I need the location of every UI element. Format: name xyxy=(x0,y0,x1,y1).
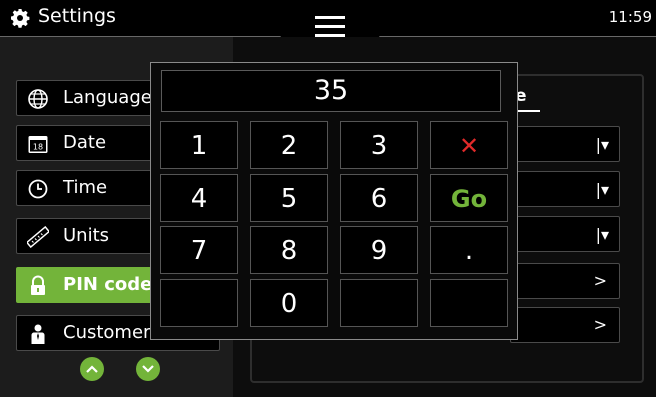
sidebar-item-label: Customer xyxy=(63,322,151,343)
key-1[interactable]: 1 xyxy=(160,121,238,169)
setting-link[interactable]: > xyxy=(510,307,620,343)
key-5[interactable]: 5 xyxy=(250,174,328,222)
key-6[interactable]: 6 xyxy=(340,174,418,222)
calendar-icon: 18 xyxy=(28,136,48,153)
setting-dropdown[interactable]: |▾ xyxy=(510,126,620,162)
chevron-down-icon xyxy=(142,365,154,373)
dropdown-indicator: |▾ xyxy=(595,180,609,199)
key-9[interactable]: 9 xyxy=(340,226,418,274)
setting-dropdown[interactable]: |▾ xyxy=(510,171,620,207)
key-decimal[interactable]: . xyxy=(430,226,508,274)
scroll-down-button[interactable] xyxy=(136,357,160,381)
dropdown-indicator: |▾ xyxy=(595,225,609,244)
key-blank xyxy=(160,279,238,327)
key-8[interactable]: 8 xyxy=(250,226,328,274)
setting-link[interactable]: > xyxy=(510,263,620,299)
dropdown-indicator: |▾ xyxy=(595,135,609,154)
clock-icon xyxy=(28,179,48,199)
sidebar-item-label: Units xyxy=(63,225,110,246)
delete-button[interactable]: ✕ xyxy=(430,121,508,169)
chevron-up-icon xyxy=(86,365,98,373)
go-button[interactable]: Go xyxy=(430,174,508,222)
sidebar-item-label: Time xyxy=(63,177,108,198)
key-blank xyxy=(430,279,508,327)
sidebar-item-label: Date xyxy=(63,132,107,153)
key-3[interactable]: 3 xyxy=(340,121,418,169)
lock-icon xyxy=(31,275,45,295)
key-2[interactable]: 2 xyxy=(250,121,328,169)
sidebar-item-label: PIN code xyxy=(63,274,153,295)
key-0[interactable]: 0 xyxy=(250,279,328,327)
ruler-icon xyxy=(27,226,49,248)
key-blank xyxy=(340,279,418,327)
chevron-right-icon: > xyxy=(593,315,607,334)
chevron-right-icon: > xyxy=(593,271,607,290)
pin-display[interactable]: 35 xyxy=(161,70,501,112)
sidebar-item-label: Language xyxy=(63,87,152,108)
scroll-up-button[interactable] xyxy=(80,357,104,381)
calendar-day: 18 xyxy=(33,143,43,152)
setting-dropdown[interactable]: |▾ xyxy=(510,216,620,252)
person-icon xyxy=(31,324,45,344)
key-7[interactable]: 7 xyxy=(160,226,238,274)
section-title-underline xyxy=(515,110,540,112)
key-4[interactable]: 4 xyxy=(160,174,238,222)
globe-icon xyxy=(28,89,48,109)
